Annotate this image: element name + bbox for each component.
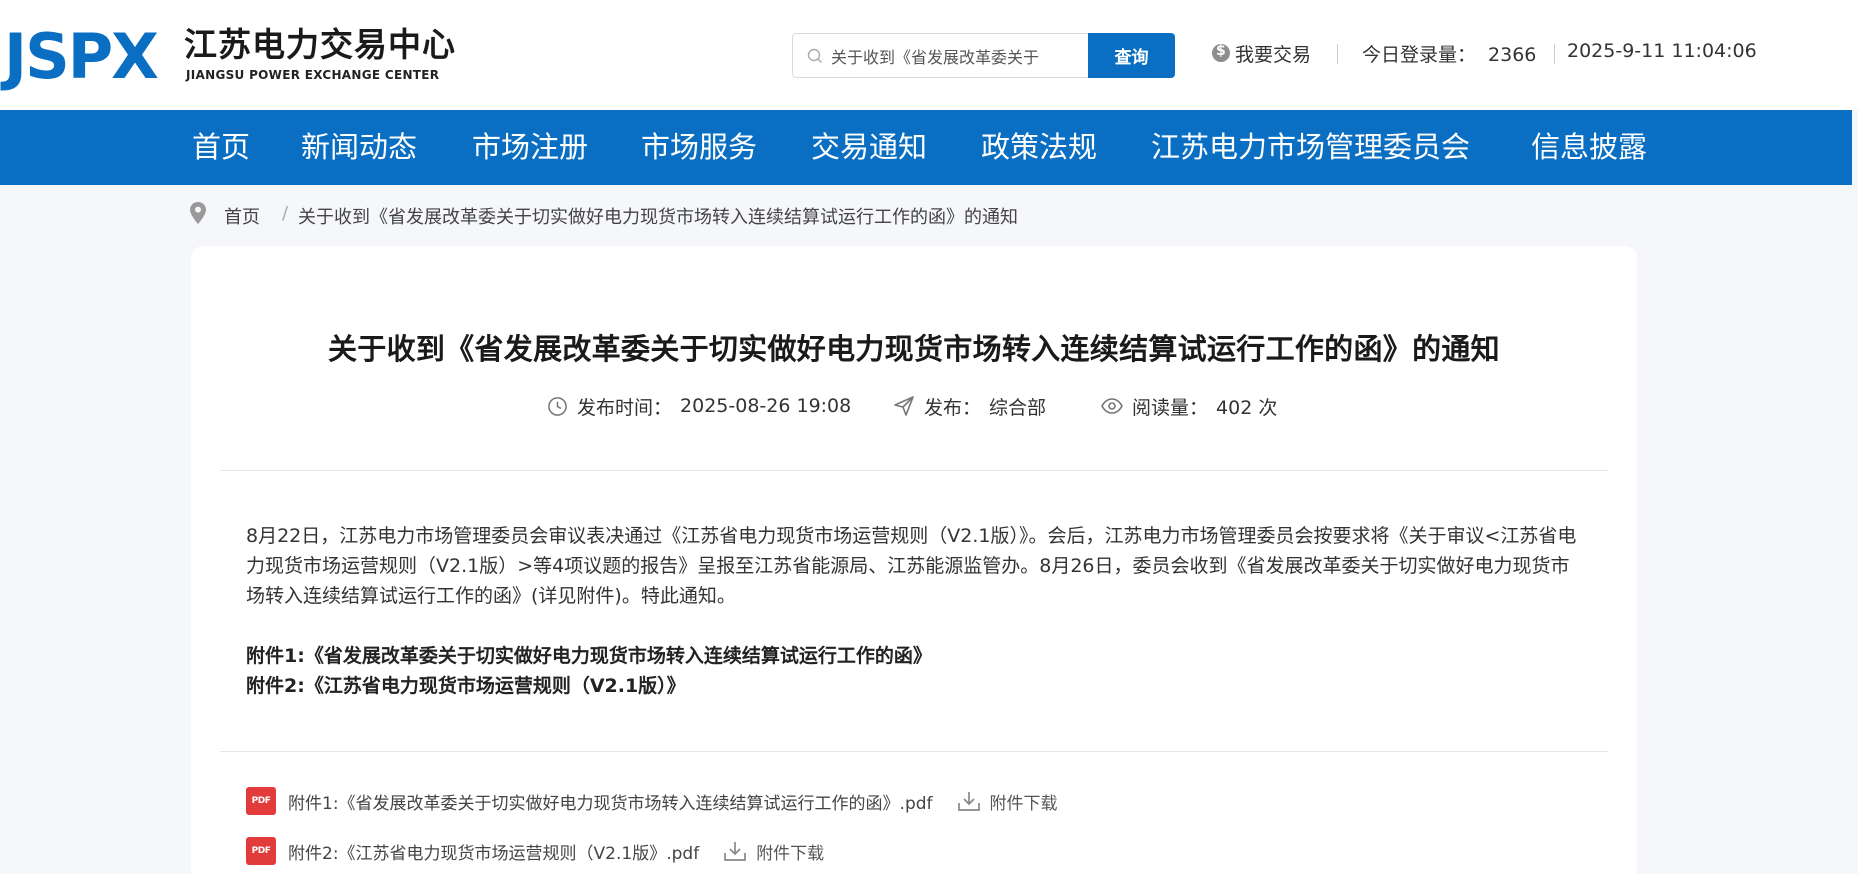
nav-item-market-committee[interactable]: 江苏电力市场管理委员会 (1151, 110, 1470, 185)
download-icon (957, 792, 980, 811)
download-link[interactable]: 附件下载 (957, 789, 1058, 814)
search-bar: 查询 (792, 33, 1175, 78)
header-divider (1337, 44, 1338, 64)
location-pin-icon (190, 202, 206, 224)
publisher-value: 综合部 (989, 396, 1047, 419)
current-datetime: 2025-9-11 11:04:06 (1567, 40, 1757, 62)
article-card: 关于收到《省发展改革委关于切实做好电力现货市场转入连续结算试运行工作的函》的通知… (191, 246, 1637, 874)
coin-icon (1212, 43, 1230, 62)
download-label: 附件下载 (756, 843, 825, 864)
breadcrumb-separator: / (282, 203, 289, 224)
attachment-file-1: PDF 附件1:《省发展改革委关于切实做好电力现货市场转入连续结算试运行工作的函… (246, 786, 1058, 816)
site-logo[interactable]: JSPX 江苏电力交易中心 JIANGSU POWER EXCHANGE CEN… (4, 20, 455, 93)
search-icon (807, 48, 822, 63)
download-link[interactable]: 附件下载 (723, 839, 824, 864)
nav-item-home[interactable]: 首页 (192, 110, 250, 185)
trade-label: 我要交易 (1235, 43, 1312, 66)
publish-time-label: 发布时间： (577, 396, 673, 419)
content-divider (220, 470, 1608, 471)
main-nav: 首页 新闻动态 市场注册 市场服务 交易通知 政策法规 江苏电力市场管理委员会 … (0, 110, 1852, 185)
view-count-value: 402 次 (1216, 396, 1278, 419)
download-icon (724, 842, 747, 861)
breadcrumb: 首页 / 关于收到《省发展改革委关于切实做好电力现货市场转入连续结算试运行工作的… (190, 200, 1190, 230)
article-title: 关于收到《省发展改革委关于切实做好电力现货市场转入连续结算试运行工作的函》的通知 (327, 332, 1500, 366)
trade-link[interactable]: 我要交易 (1212, 40, 1311, 66)
attachment-reference-1: 附件1:《省发展改革委关于切实做好电力现货市场转入连续结算试运行工作的函》 (246, 645, 932, 667)
eye-icon (1101, 398, 1123, 414)
pdf-file-icon: PDF (246, 787, 276, 815)
logo-mark: JSPX (4, 20, 159, 93)
pdf-file-icon: PDF (246, 837, 276, 865)
view-count-label: 阅读量： (1132, 396, 1209, 419)
publisher-label: 发布： (924, 396, 982, 419)
nav-item-market-services[interactable]: 市场服务 (641, 110, 757, 185)
nav-item-market-registration[interactable]: 市场注册 (472, 110, 588, 185)
nav-item-news[interactable]: 新闻动态 (301, 110, 417, 185)
send-icon (894, 396, 914, 416)
publisher: 发布： 综合部 (893, 392, 1046, 420)
article-body: 8月22日，江苏电力市场管理委员会审议表决通过《江苏省电力现货市场运营规则（V2… (246, 525, 1577, 607)
attachment-reference-2: 附件2:《江苏省电力现货市场运营规则（V2.1版）》 (246, 675, 686, 697)
clock-icon (548, 396, 567, 416)
login-count-display: 今日登录量： 2366 (1362, 40, 1536, 67)
attachments-divider (220, 751, 1608, 752)
nav-item-trading-notices[interactable]: 交易通知 (811, 110, 927, 185)
view-count: 阅读量： 402 次 (1101, 392, 1277, 420)
search-input[interactable] (831, 34, 1083, 77)
logo-chinese-name: 江苏电力交易中心 (184, 25, 456, 64)
search-box (792, 33, 1090, 78)
breadcrumb-current: 关于收到《省发展改革委关于切实做好电力现货市场转入连续结算试运行工作的函》的通知 (298, 207, 1018, 228)
site-header: JSPX 江苏电力交易中心 JIANGSU POWER EXCHANGE CEN… (0, 0, 1858, 110)
nav-item-policies[interactable]: 政策法规 (981, 110, 1097, 185)
login-label: 今日登录量： (1362, 44, 1477, 66)
search-button[interactable]: 查询 (1088, 33, 1175, 78)
logo-english-name: JIANGSU POWER EXCHANGE CENTER (186, 68, 440, 82)
attachment-file-name[interactable]: 附件1:《省发展改革委关于切实做好电力现货市场转入连续结算试运行工作的函》.pd… (288, 789, 933, 814)
publish-time-value: 2025-08-26 19:08 (680, 395, 852, 417)
header-divider (1554, 44, 1555, 64)
login-count: 2366 (1488, 44, 1537, 66)
attachment-file-2: PDF 附件2:《江苏省电力现货市场运营规则（V2.1版》.pdf 附件下载 (246, 836, 824, 866)
nav-item-disclosure[interactable]: 信息披露 (1531, 110, 1647, 185)
attachment-file-name[interactable]: 附件2:《江苏省电力现货市场运营规则（V2.1版》.pdf (288, 839, 699, 864)
download-label: 附件下载 (989, 793, 1058, 814)
publish-time: 发布时间： 2025-08-26 19:08 (547, 392, 851, 420)
breadcrumb-home[interactable]: 首页 (224, 203, 260, 229)
page: JSPX 江苏电力交易中心 JIANGSU POWER EXCHANGE CEN… (0, 0, 1858, 874)
